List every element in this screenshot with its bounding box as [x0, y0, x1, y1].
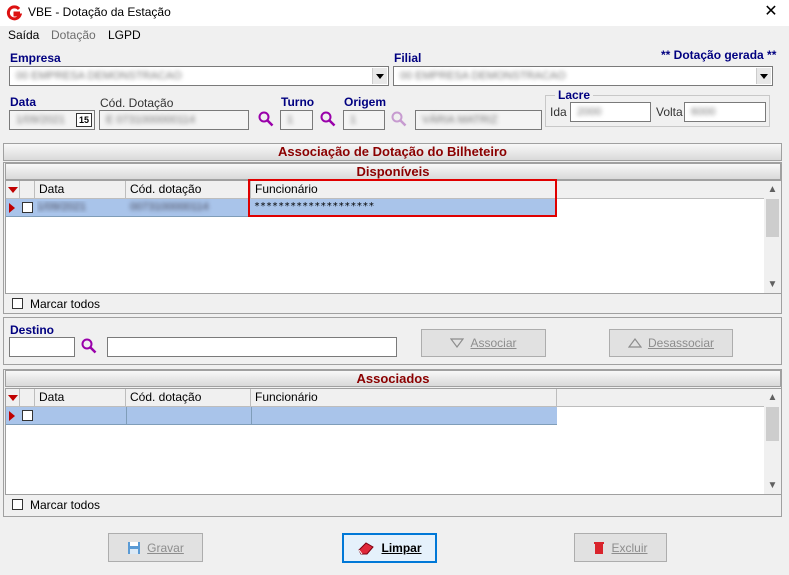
origem-desc: VÁRIA MATRIZ [422, 114, 498, 126]
chevron-down-icon[interactable] [756, 68, 771, 84]
ida-value: 2000 [577, 106, 602, 118]
menu-lgpd[interactable]: LGPD [108, 28, 141, 42]
column-cod-dotacao[interactable]: Cód. dotação [126, 181, 251, 199]
destino-field[interactable] [9, 337, 75, 357]
scroll-down-icon[interactable]: ▼ [764, 276, 781, 293]
calendar-icon[interactable]: 15 [76, 113, 92, 127]
highlight-box [248, 179, 557, 217]
gravar-button[interactable]: Gravar [108, 533, 203, 562]
data-value: 1/09/2021 [16, 114, 65, 126]
menu-saida[interactable]: Saída [8, 28, 39, 42]
scroll-up-icon[interactable]: ▲ [764, 389, 781, 406]
cod-dotacao-value: E 0731000000114 [106, 114, 196, 126]
sort-indicator-icon [8, 395, 18, 401]
cod-dotacao-field[interactable]: E 0731000000114 [99, 110, 249, 130]
desassociar-label: Desassociar [647, 336, 715, 350]
row-checkbox[interactable] [22, 410, 33, 421]
volta-label: Volta [656, 105, 683, 119]
search-icon[interactable] [258, 111, 274, 127]
row-cod-dotacao: 0073100000114 [130, 201, 209, 213]
limpar-button[interactable]: Limpar [342, 533, 437, 563]
grid-check-header [20, 181, 35, 199]
column-cod-dotacao[interactable]: Cód. dotação [126, 389, 251, 407]
filial-value: 00 EMPRESA DEMONSTRACAO [400, 70, 566, 82]
row-checkbox[interactable] [22, 202, 33, 213]
turno-value: 1 [287, 114, 294, 126]
vertical-scrollbar[interactable]: ▲ ▼ [764, 389, 781, 494]
excluir-label: Excluir [611, 540, 648, 555]
vertical-scrollbar[interactable]: ▲ ▼ [764, 181, 781, 293]
status-text: ** Dotação gerada ** [661, 48, 777, 62]
scroll-down-icon[interactable]: ▼ [764, 477, 781, 494]
table-row[interactable] [6, 407, 557, 425]
volta-value: 6000 [691, 106, 716, 118]
limpar-label: Limpar [381, 541, 422, 555]
associados-title: Associados [5, 370, 781, 387]
scroll-thumb[interactable] [766, 199, 779, 237]
scroll-thumb[interactable] [766, 407, 779, 441]
filial-label: Filial [394, 51, 422, 65]
origem-label: Origem [344, 95, 387, 109]
section-title: Associação de Dotação do Bilheteiro [3, 143, 782, 161]
excluir-button[interactable]: Excluir [574, 533, 667, 562]
origem-desc-field: VÁRIA MATRIZ [415, 110, 542, 130]
data-label: Data [10, 95, 37, 109]
sort-indicator-icon [8, 187, 18, 193]
origem-value: 1 [350, 114, 357, 126]
arrow-up-icon [627, 338, 642, 348]
filial-combo[interactable]: 00 EMPRESA DEMONSTRACAO [393, 66, 773, 86]
search-icon[interactable] [391, 111, 407, 127]
lacre-label: Lacre [555, 88, 594, 102]
close-button[interactable]: ✕ [758, 2, 784, 24]
app-logo-icon [6, 5, 22, 21]
gravar-label: Gravar [147, 540, 184, 555]
cell-divider [251, 407, 252, 425]
associar-label: Associar [470, 336, 517, 350]
marcar-todos-label[interactable]: Marcar todos [30, 498, 100, 512]
empresa-label: Empresa [10, 51, 61, 65]
column-funcionario[interactable]: Funcionário [251, 389, 557, 407]
turno-field[interactable]: 1 [280, 110, 313, 130]
menu-bar: Saída Dotação LGPD [0, 26, 789, 44]
row-pointer-icon [9, 411, 15, 421]
scroll-up-icon[interactable]: ▲ [764, 181, 781, 198]
associados-grid[interactable]: Data movimento Cód. dotação Funcionário … [5, 388, 781, 495]
column-data-movimento[interactable]: Data movimento [35, 181, 126, 213]
turno-label: Turno [281, 95, 315, 109]
desassociar-button[interactable]: Desassociar [609, 329, 733, 357]
origem-field[interactable]: 1 [343, 110, 385, 130]
trash-icon [594, 541, 605, 554]
marcar-todos-label[interactable]: Marcar todos [30, 297, 100, 311]
data-field[interactable]: 1/09/2021 15 [9, 110, 95, 130]
destino-label: Destino [10, 323, 55, 337]
save-icon [128, 541, 141, 554]
arrow-down-icon [450, 338, 465, 348]
row-data-movimento: 1/09/2021 [37, 201, 86, 213]
volta-field[interactable]: 6000 [684, 102, 766, 122]
associar-button[interactable]: Associar [421, 329, 546, 357]
search-icon[interactable] [320, 111, 336, 127]
chevron-down-icon[interactable] [372, 68, 387, 84]
search-icon[interactable] [81, 338, 97, 354]
cell-divider [126, 407, 127, 425]
disponiveis-title: Disponíveis [5, 163, 781, 180]
empresa-value: 00 EMPRESA DEMONSTRACAO [16, 70, 182, 82]
grid-corner [6, 181, 20, 199]
window-title: VBE - Dotação da Estação [28, 5, 171, 19]
ida-field[interactable]: 2000 [570, 102, 651, 122]
menu-dotacao[interactable]: Dotação [51, 28, 96, 42]
ida-label: Ida [550, 105, 567, 119]
marcar-todos-checkbox[interactable] [12, 298, 23, 309]
column-data-movimento[interactable]: Data movimento [35, 389, 126, 421]
empresa-combo[interactable]: 00 EMPRESA DEMONSTRACAO [9, 66, 389, 86]
destino-desc-field[interactable] [107, 337, 397, 357]
grid-check-header [20, 389, 35, 407]
grid-header: Data movimento Cód. dotação Funcionário [6, 389, 765, 421]
row-pointer-icon [9, 203, 15, 213]
grid-corner [6, 389, 20, 407]
marcar-todos-checkbox[interactable] [12, 499, 23, 510]
eraser-icon [358, 542, 375, 555]
cod-dotacao-label: Cód. Dotação [100, 96, 174, 110]
